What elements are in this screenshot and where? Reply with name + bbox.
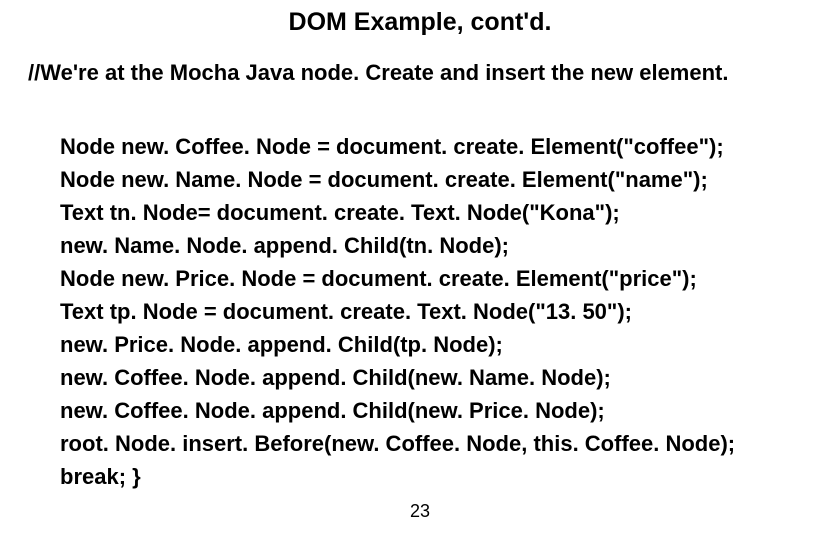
slide: DOM Example, cont'd. //We're at the Moch… [0,0,840,540]
page-number: 23 [0,501,840,522]
code-line: new. Price. Node. append. Child(tp. Node… [60,328,800,361]
code-line: new. Name. Node. append. Child(tn. Node)… [60,229,800,262]
code-line: Text tn. Node= document. create. Text. N… [60,196,800,229]
code-line: root. Node. insert. Before(new. Coffee. … [60,427,800,460]
code-line: break; } [60,460,800,493]
slide-title: DOM Example, cont'd. [0,8,840,37]
code-line: new. Coffee. Node. append. Child(new. Na… [60,361,800,394]
code-line: Text tp. Node = document. create. Text. … [60,295,800,328]
code-block: Node new. Coffee. Node = document. creat… [60,130,800,493]
code-line: Node new. Coffee. Node = document. creat… [60,130,800,163]
code-line: new. Coffee. Node. append. Child(new. Pr… [60,394,800,427]
code-line: Node new. Name. Node = document. create.… [60,163,800,196]
code-comment: //We're at the Mocha Java node. Create a… [28,60,728,86]
code-line: Node new. Price. Node = document. create… [60,262,800,295]
